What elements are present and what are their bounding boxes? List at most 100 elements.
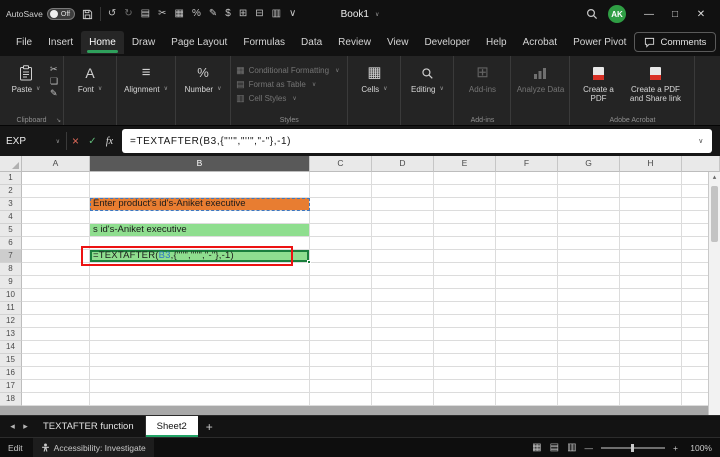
cell-B17[interactable] [90, 380, 310, 393]
tab-review[interactable]: Review [330, 31, 379, 54]
cell-B6[interactable] [90, 237, 310, 250]
cell-H1[interactable] [620, 172, 682, 185]
fill-handle[interactable] [307, 260, 311, 264]
row-header-1[interactable]: 1 [0, 172, 22, 185]
cell-A4[interactable] [22, 211, 90, 224]
cell-A12[interactable] [22, 315, 90, 328]
select-all-corner[interactable] [0, 156, 22, 172]
cell-D1[interactable] [372, 172, 434, 185]
cell-D8[interactable] [372, 263, 434, 276]
autosave-toggle[interactable]: Off [47, 8, 75, 20]
tab-file[interactable]: File [8, 31, 40, 54]
cell-G3[interactable] [558, 198, 620, 211]
table-icon[interactable]: ▦ [175, 9, 184, 19]
cell-F14[interactable] [496, 341, 558, 354]
cell-H16[interactable] [620, 367, 682, 380]
cells-menu-button[interactable]: ▦ Cells∨ [353, 60, 395, 94]
cell-G8[interactable] [558, 263, 620, 276]
cell-E7[interactable] [434, 250, 496, 263]
cell-A15[interactable] [22, 354, 90, 367]
cell-E2[interactable] [434, 185, 496, 198]
format-painter-icon[interactable]: ✎ [50, 89, 58, 98]
undo-icon[interactable]: ↺ [108, 9, 116, 19]
cell-D14[interactable] [372, 341, 434, 354]
tab-formulas[interactable]: Formulas [235, 31, 293, 54]
cell-B8[interactable] [90, 263, 310, 276]
cell-C14[interactable] [310, 341, 372, 354]
cell-H17[interactable] [620, 380, 682, 393]
cell-C6[interactable] [310, 237, 372, 250]
cell-H14[interactable] [620, 341, 682, 354]
cell-C16[interactable] [310, 367, 372, 380]
cell-F5[interactable] [496, 224, 558, 237]
number-menu-button[interactable]: % Number∨ [181, 60, 225, 94]
cell-D10[interactable] [372, 289, 434, 302]
cell-C13[interactable] [310, 328, 372, 341]
editing-menu-button[interactable]: Editing∨ [406, 60, 448, 94]
tab-help[interactable]: Help [478, 31, 515, 54]
tab-home[interactable]: Home [81, 31, 124, 54]
cell-D12[interactable] [372, 315, 434, 328]
cell-H12[interactable] [620, 315, 682, 328]
cell-A6[interactable] [22, 237, 90, 250]
cell-C10[interactable] [310, 289, 372, 302]
cell-D2[interactable] [372, 185, 434, 198]
row-header-18[interactable]: 18 [0, 393, 22, 406]
page-break-view-icon[interactable]: ▥ [567, 442, 576, 453]
cell-H8[interactable] [620, 263, 682, 276]
normal-view-icon[interactable]: ▦ [532, 442, 541, 453]
tab-developer[interactable]: Developer [416, 31, 478, 54]
cell-E16[interactable] [434, 367, 496, 380]
save-icon[interactable] [82, 9, 93, 20]
row-header-5[interactable]: 5 [0, 224, 22, 237]
font-menu-button[interactable]: A Font∨ [69, 60, 111, 94]
cell-styles-button[interactable]: ▥ Cell Styles ∨ [236, 93, 339, 104]
cell-D11[interactable] [372, 302, 434, 315]
cell-D13[interactable] [372, 328, 434, 341]
cell-E9[interactable] [434, 276, 496, 289]
column-header-C[interactable]: C [310, 156, 372, 172]
cell-D5[interactable] [372, 224, 434, 237]
cell-E15[interactable] [434, 354, 496, 367]
zoom-out-button[interactable]: — [585, 443, 594, 453]
cell-C3[interactable] [310, 198, 372, 211]
cell-F13[interactable] [496, 328, 558, 341]
row-header-7[interactable]: 7 [0, 250, 22, 263]
copy-icon[interactable]: ❏ [50, 77, 58, 86]
cell-B7[interactable]: =TEXTAFTER(B3,{"''","''","-"},-1) [90, 250, 310, 263]
zoom-slider-thumb[interactable] [631, 444, 634, 452]
tab-data[interactable]: Data [293, 31, 330, 54]
more-commands-icon[interactable]: ∨ [289, 9, 296, 19]
alignment-menu-button[interactable]: ≡ Alignment∨ [122, 60, 170, 94]
cell-G16[interactable] [558, 367, 620, 380]
cell-E1[interactable] [434, 172, 496, 185]
conditional-formatting-button[interactable]: ▦ Conditional Formatting ∨ [236, 65, 339, 76]
zoom-slider[interactable] [601, 447, 665, 449]
tab-insert[interactable]: Insert [40, 31, 81, 54]
cell-H4[interactable] [620, 211, 682, 224]
cell-A5[interactable] [22, 224, 90, 237]
sheet-nav-right-icon[interactable]: ▸ [19, 421, 32, 432]
scrollbar-thumb[interactable] [711, 186, 718, 242]
cell-H18[interactable] [620, 393, 682, 406]
cell-G12[interactable] [558, 315, 620, 328]
cell-A2[interactable] [22, 185, 90, 198]
cell-F12[interactable] [496, 315, 558, 328]
cell-E6[interactable] [434, 237, 496, 250]
cell-B11[interactable] [90, 302, 310, 315]
name-box[interactable]: EXP ∨ [0, 126, 66, 156]
maximize-button[interactable]: □ [662, 2, 688, 26]
cell-A10[interactable] [22, 289, 90, 302]
close-button[interactable]: ✕ [688, 2, 714, 26]
cell-F10[interactable] [496, 289, 558, 302]
cell-B14[interactable] [90, 341, 310, 354]
cell-B18[interactable] [90, 393, 310, 406]
cell-G1[interactable] [558, 172, 620, 185]
cell-H11[interactable] [620, 302, 682, 315]
sheet-nav-left-icon[interactable]: ◂ [6, 421, 19, 432]
tab-power-pivot[interactable]: Power Pivot [565, 31, 634, 54]
cell-E14[interactable] [434, 341, 496, 354]
cell-C18[interactable] [310, 393, 372, 406]
cell-H5[interactable] [620, 224, 682, 237]
row-header-13[interactable]: 13 [0, 328, 22, 341]
